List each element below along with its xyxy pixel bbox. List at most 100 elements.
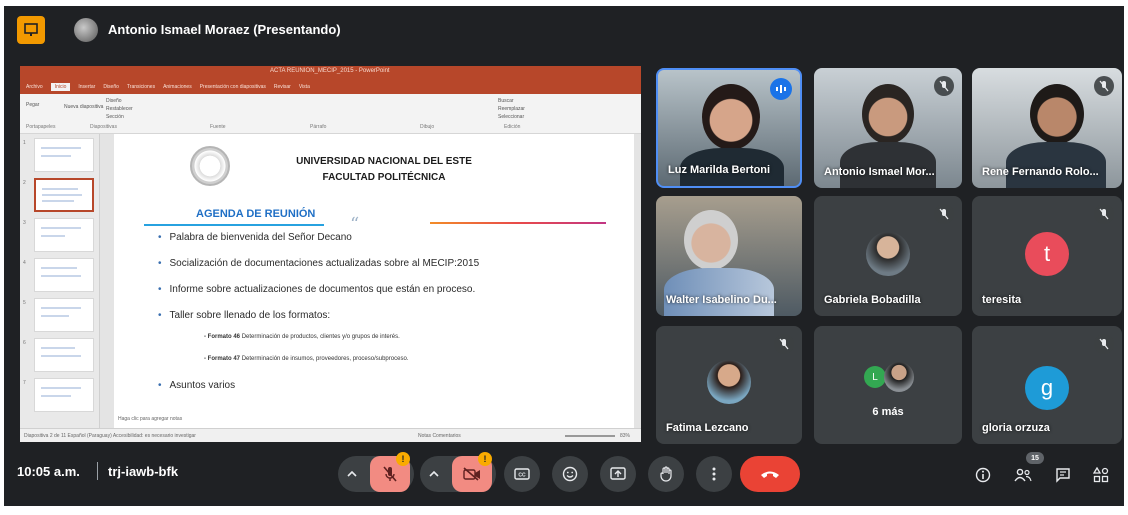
ppt-tab[interactable]: Transiciones — [127, 84, 155, 90]
participant-tile[interactable]: g gloria orzuza — [972, 326, 1122, 444]
slide-thumbnail[interactable] — [34, 338, 94, 372]
participant-name: teresita — [982, 294, 1022, 306]
ribbon-button[interactable]: Buscar — [498, 98, 514, 104]
ribbon-button[interactable]: Sección — [106, 114, 124, 120]
ribbon-group-label: Párrafo — [310, 124, 327, 130]
status-right[interactable]: Notas Comentarios — [418, 433, 461, 439]
ppt-tab[interactable]: Animaciones — [163, 84, 192, 90]
participant-avatar — [866, 232, 910, 276]
present-icon[interactable] — [600, 456, 636, 492]
divider — [144, 224, 324, 226]
shared-screen[interactable]: ACTA REUNION_MECIP_2015 - PowerPoint Arc… — [20, 66, 641, 442]
participant-avatar: g — [1025, 366, 1069, 410]
thumb-number: 3 — [23, 220, 26, 226]
participant-name: Walter Isabelino Du... — [666, 294, 777, 306]
raise-hand-icon[interactable] — [648, 456, 684, 492]
ppt-ribbon: Pegar Nueva diapositiva Diseño Restablec… — [20, 94, 641, 134]
people-icon[interactable] — [1012, 464, 1034, 486]
thumb-number: 7 — [23, 380, 26, 386]
notes-hint[interactable]: Haga clic para agregar notas — [118, 416, 182, 422]
captions-icon[interactable]: CC — [504, 456, 540, 492]
slide-thumbnail[interactable] — [34, 298, 94, 332]
participant-tile[interactable]: Rene Fernando Rolo... — [972, 68, 1122, 188]
participant-tile[interactable]: Antonio Ismael Mor... — [814, 68, 962, 188]
slide-thumbnail[interactable] — [34, 218, 94, 252]
zoom-slider[interactable] — [565, 435, 615, 437]
present-screen-icon[interactable] — [17, 16, 45, 44]
sub-item-label: - Formato 46 — [204, 334, 241, 340]
ppt-tab[interactable]: Presentación con diapositivas — [200, 84, 266, 90]
ppt-ribbon-tabs: Archivo Inicio Insertar Diseño Transicio… — [20, 80, 641, 94]
ppt-tab[interactable]: Archivo — [26, 84, 43, 90]
agenda-item: • Taller sobre llenado de los formatos: — [158, 310, 331, 321]
ppt-tab-active[interactable]: Inicio — [50, 83, 71, 91]
ribbon-group-label: Dibujo — [420, 124, 435, 130]
agenda-item-text: Taller sobre llenado de los formatos: — [169, 310, 331, 321]
chat-icon[interactable] — [1052, 464, 1074, 486]
slide-thumbnail[interactable] — [34, 138, 94, 172]
meeting-code[interactable]: trj-iawb-bfk — [108, 464, 178, 479]
meet-window: Antonio Ismael Moraez (Presentando) ACTA… — [4, 6, 1124, 506]
activities-icon[interactable] — [1090, 464, 1112, 486]
mic-off-icon — [934, 76, 954, 96]
participant-name: Fatima Lezcano — [666, 422, 749, 434]
presenter-avatar — [74, 18, 98, 42]
slide-thumbnail[interactable] — [34, 378, 94, 412]
more-options-icon[interactable] — [696, 456, 732, 492]
ppt-tab[interactable]: Revisar — [274, 84, 291, 90]
participant-avatar — [707, 360, 751, 404]
divider — [97, 462, 98, 480]
participant-tile[interactable]: t teresita — [972, 196, 1122, 316]
ribbon-button[interactable]: Diseño — [106, 98, 122, 104]
slide-thumbnail-selected[interactable] — [34, 178, 94, 212]
warning-badge: ! — [478, 452, 492, 466]
participant-name: Gabriela Bobadilla — [824, 294, 921, 306]
speaking-indicator-icon — [770, 78, 792, 100]
more-participants-label: 6 más — [872, 406, 904, 418]
university-seal-icon — [190, 146, 230, 186]
status-left: Diapositiva 2 de 11 Español (Paraguay) A… — [24, 433, 196, 439]
mic-off-icon — [1094, 76, 1114, 96]
agenda-item: • Palabra de bienvenida del Señor Decano — [158, 232, 352, 243]
university-name: UNIVERSIDAD NACIONAL DEL ESTE — [296, 156, 472, 167]
participant-count-badge: 15 — [1026, 452, 1044, 464]
ribbon-button[interactable]: Pegar — [26, 102, 39, 108]
ribbon-button[interactable]: Nueva diapositiva — [64, 104, 103, 110]
info-icon[interactable] — [972, 464, 994, 486]
slide-header: UNIVERSIDAD NACIONAL DEL ESTE FACULTAD P… — [264, 154, 504, 186]
slide-thumbnails[interactable]: 1 2 3 4 5 6 7 — [20, 134, 100, 428]
agenda-item-text: Socialización de documentaciones actuali… — [169, 258, 480, 269]
end-call-icon[interactable] — [740, 456, 800, 492]
ribbon-button[interactable]: Restablecer — [106, 106, 133, 112]
participant-tile[interactable]: Luz Marilda Bertoni — [656, 68, 802, 188]
more-participants-tile[interactable]: L 6 más — [814, 326, 962, 444]
participant-name: Antonio Ismael Mor... — [824, 166, 935, 178]
chevron-up-icon[interactable] — [420, 456, 448, 492]
agenda-sub-item: - Formato 47 Determinación de insumos, p… — [204, 356, 408, 362]
ribbon-button[interactable]: Reemplazar — [498, 106, 525, 112]
participant-name: Luz Marilda Bertoni — [668, 164, 771, 176]
mic-off-icon — [1094, 204, 1114, 224]
ribbon-group-label: Portapapeles — [26, 124, 56, 130]
sub-item-text: Determinación de insumos, proveedores, p… — [241, 356, 409, 362]
thumb-number: 1 — [23, 140, 26, 146]
ppt-tab[interactable]: Insertar — [78, 84, 95, 90]
clock: 10:05 a.m. — [17, 464, 80, 479]
ppt-app-title: ACTA REUNION_MECIP_2015 - PowerPoint — [270, 68, 390, 74]
slide[interactable]: UNIVERSIDAD NACIONAL DEL ESTE FACULTAD P… — [114, 134, 634, 428]
ppt-tab[interactable]: Vista — [299, 84, 310, 90]
mic-off-icon — [934, 204, 954, 224]
slide-thumbnail[interactable] — [34, 258, 94, 292]
ppt-titlebar: ACTA REUNION_MECIP_2015 - PowerPoint — [20, 66, 641, 80]
agenda-title: AGENDA DE REUNIÓN — [196, 208, 316, 220]
emoji-icon[interactable] — [552, 456, 588, 492]
participant-tile[interactable]: Walter Isabelino Du... — [656, 196, 802, 316]
participant-tile[interactable]: Gabriela Bobadilla — [814, 196, 962, 316]
ribbon-button[interactable]: Seleccionar — [498, 114, 524, 120]
participant-tile[interactable]: Fatima Lezcano — [656, 326, 802, 444]
chevron-up-icon[interactable] — [338, 456, 366, 492]
ppt-tab[interactable]: Diseño — [103, 84, 119, 90]
agenda-item: • Socialización de documentaciones actual… — [158, 258, 480, 269]
ppt-status-bar: Diapositiva 2 de 11 Español (Paraguay) A… — [20, 428, 641, 442]
slide-canvas: UNIVERSIDAD NACIONAL DEL ESTE FACULTAD P… — [100, 134, 641, 428]
